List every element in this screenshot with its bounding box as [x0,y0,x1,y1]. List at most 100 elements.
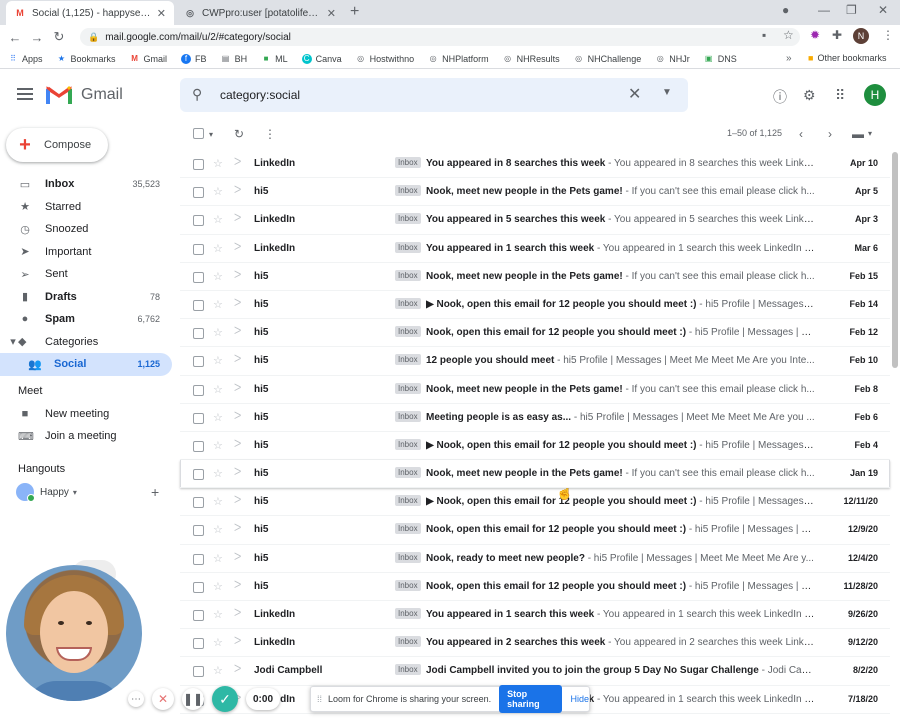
important-marker-icon[interactable]: ᐳ [234,580,241,591]
mail-row[interactable]: ☆ ᐳ hi5 Inbox Nook, meet new people in the P… [180,460,890,489]
row-checkbox[interactable] [193,271,204,286]
important-marker-icon[interactable]: ᐳ [234,242,241,253]
input-tools-chevron-icon[interactable]: ▾ [868,129,872,138]
drag-handle-icon[interactable]: ⁞⁞ [317,694,322,704]
row-checkbox[interactable] [193,243,204,258]
bookmark-bh[interactable]: ▤ BH [221,54,247,64]
close-window-icon[interactable]: ✕ [878,3,888,17]
loom-webcam-bubble[interactable] [6,565,142,701]
bookmark-ml[interactable]: ■ ML [261,54,288,64]
important-marker-icon[interactable]: ᐳ [234,185,241,196]
important-marker-icon[interactable]: ᐳ [234,411,241,422]
tab-search-icon[interactable]: ● [782,3,789,17]
star-icon[interactable]: ☆ [213,242,223,255]
sidebar-item-snoozed[interactable]: ◷ Snoozed [0,218,172,241]
important-marker-icon[interactable]: ᐳ [234,439,241,450]
row-checkbox[interactable] [193,638,204,652]
clear-search-icon[interactable]: ✕ [628,84,641,104]
star-icon[interactable]: ☆ [213,439,223,452]
loom-cancel-icon[interactable]: ✕ [152,688,174,710]
star-icon[interactable]: ☆ [213,298,223,311]
row-checkbox[interactable] [193,440,204,455]
restore-icon[interactable]: ❐ [846,3,857,17]
row-checkbox[interactable] [193,525,204,539]
row-checkbox[interactable] [193,610,204,624]
row-checkbox[interactable] [193,553,204,568]
mail-row[interactable]: ☆ ᐳ hi5 Inbox ▶ Nook, open this email for 12… [180,431,890,461]
mail-row[interactable]: ☆ ᐳ hi5 Inbox ▶ Nook, open this email for 12… [180,290,890,320]
support-icon[interactable]: ⓘ [773,87,787,107]
row-checkbox[interactable] [193,581,204,596]
sidebar-item-starred[interactable]: ★ Starred [0,196,172,219]
tab-gmail[interactable]: M Social (1,125) - happysellers09@ ✕ [6,1,174,25]
star-icon[interactable]: ☆ [213,495,223,508]
star-icon[interactable]: ☆ [213,326,223,339]
important-marker-icon[interactable]: ᐳ [234,664,241,675]
star-icon[interactable]: ☆ [213,354,223,367]
row-checkbox[interactable] [193,384,204,399]
close-icon[interactable]: ✕ [327,7,336,20]
bookmark-nhplatform[interactable]: ◎ NHPlatform [428,54,489,64]
hide-button[interactable]: Hide [570,694,589,704]
important-marker-icon[interactable]: ᐳ [234,467,241,478]
bookmark-nhchallenge[interactable]: ◎ NHChallenge [574,54,641,64]
back-icon[interactable]: ← [4,30,26,45]
mail-row[interactable]: ☆ ᐳ hi5 Inbox Nook, ready to meet new people… [180,544,890,573]
tab-cwppro[interactable]: ◎ CWPpro:user [potatolifenow] ✕ [176,1,344,25]
row-checkbox[interactable] [193,328,204,342]
older-page-icon[interactable]: › [828,127,832,141]
mail-row[interactable]: ☆ ᐳ hi5 Inbox Nook, open this email for 12 p… [180,516,890,545]
star-icon[interactable]: ☆ [213,467,223,480]
mail-row[interactable]: ☆ ᐳ LinkedIn Inbox You appeared in 1 search … [180,601,890,630]
important-marker-icon[interactable]: ᐳ [234,157,241,168]
input-tools-icon[interactable]: ▬ [852,127,864,141]
chevron-down-icon[interactable]: ▾ [73,488,77,497]
sidebar-item-inbox[interactable]: ▭ Inbox 35,523 [0,173,172,196]
reload-icon[interactable]: ↻ [48,29,70,45]
refresh-icon[interactable]: ↻ [234,127,244,141]
minimize-icon[interactable]: — [818,3,830,17]
star-icon[interactable]: ☆ [213,523,223,536]
sidebar-item-spam[interactable]: ● Spam 6,762 [0,308,172,331]
important-marker-icon[interactable]: ᐳ [234,270,241,281]
mail-list-scrollbar[interactable] [890,150,900,370]
important-marker-icon[interactable]: ᐳ [234,326,241,337]
mail-row[interactable]: ☆ ᐳ hi5 Inbox Meeting people is as easy as..… [180,403,890,432]
loom-pause-icon[interactable]: ❚❚ [182,688,204,710]
new-tab-button[interactable]: + [350,3,359,21]
camera-icon[interactable]: ▪ [762,28,766,42]
hangouts-user[interactable]: Happy ▾ + [16,482,166,502]
sidebar-item-social[interactable]: 👥 Social 1,125 [0,353,172,376]
address-bar[interactable]: 🔒 mail.google.com/mail/u/2/#category/soc… [80,28,800,46]
important-marker-icon[interactable]: ᐳ [234,354,241,365]
more-actions-icon[interactable]: ⋮ [264,127,276,141]
bookmark-nhjr[interactable]: ◎ NHJr [655,54,690,64]
extension-icon[interactable]: ✹ [810,28,820,42]
important-marker-icon[interactable]: ᐳ [234,608,241,619]
loom-more-icon[interactable]: ⋯ [128,691,144,707]
bookmark-bookmarks[interactable]: ★ Bookmarks [57,54,116,64]
mail-row[interactable]: ☆ ᐳ LinkedIn Inbox You appeared in 2 searche… [180,629,890,658]
important-marker-icon[interactable]: ᐳ [234,298,241,309]
google-apps-icon[interactable]: ⠿ [835,87,845,104]
star-icon[interactable]: ☆ [213,552,223,565]
row-checkbox[interactable] [193,299,204,314]
row-checkbox[interactable] [193,215,204,229]
star-icon[interactable]: ☆ [213,411,223,424]
bookmark-dns[interactable]: ▣ DNS [704,54,737,64]
important-marker-icon[interactable]: ᐳ [234,552,241,563]
search-icon[interactable]: ⚲ [192,86,202,103]
row-checkbox[interactable] [193,412,204,427]
row-checkbox[interactable] [193,666,204,680]
bookmark-nhresults[interactable]: ◎ NHResults [503,54,560,64]
loom-finish-icon[interactable]: ✓ [212,686,238,712]
mail-row[interactable]: ☆ ᐳ hi5 Inbox Nook, open this email for 12 p… [180,572,890,601]
sidebar-item-categories[interactable]: ▾ ◆ Categories [0,331,172,354]
row-checkbox[interactable] [193,469,204,483]
mail-row[interactable]: ☆ ᐳ hi5 Inbox 12 people you should meet - hi… [180,347,890,376]
important-marker-icon[interactable]: ᐳ [234,636,241,647]
important-marker-icon[interactable]: ᐳ [234,383,241,394]
newer-page-icon[interactable]: ‹ [799,127,803,141]
important-marker-icon[interactable]: ᐳ [234,523,241,534]
mail-row[interactable]: ☆ ᐳ hi5 Inbox Nook, meet new people in the P… [180,262,890,291]
